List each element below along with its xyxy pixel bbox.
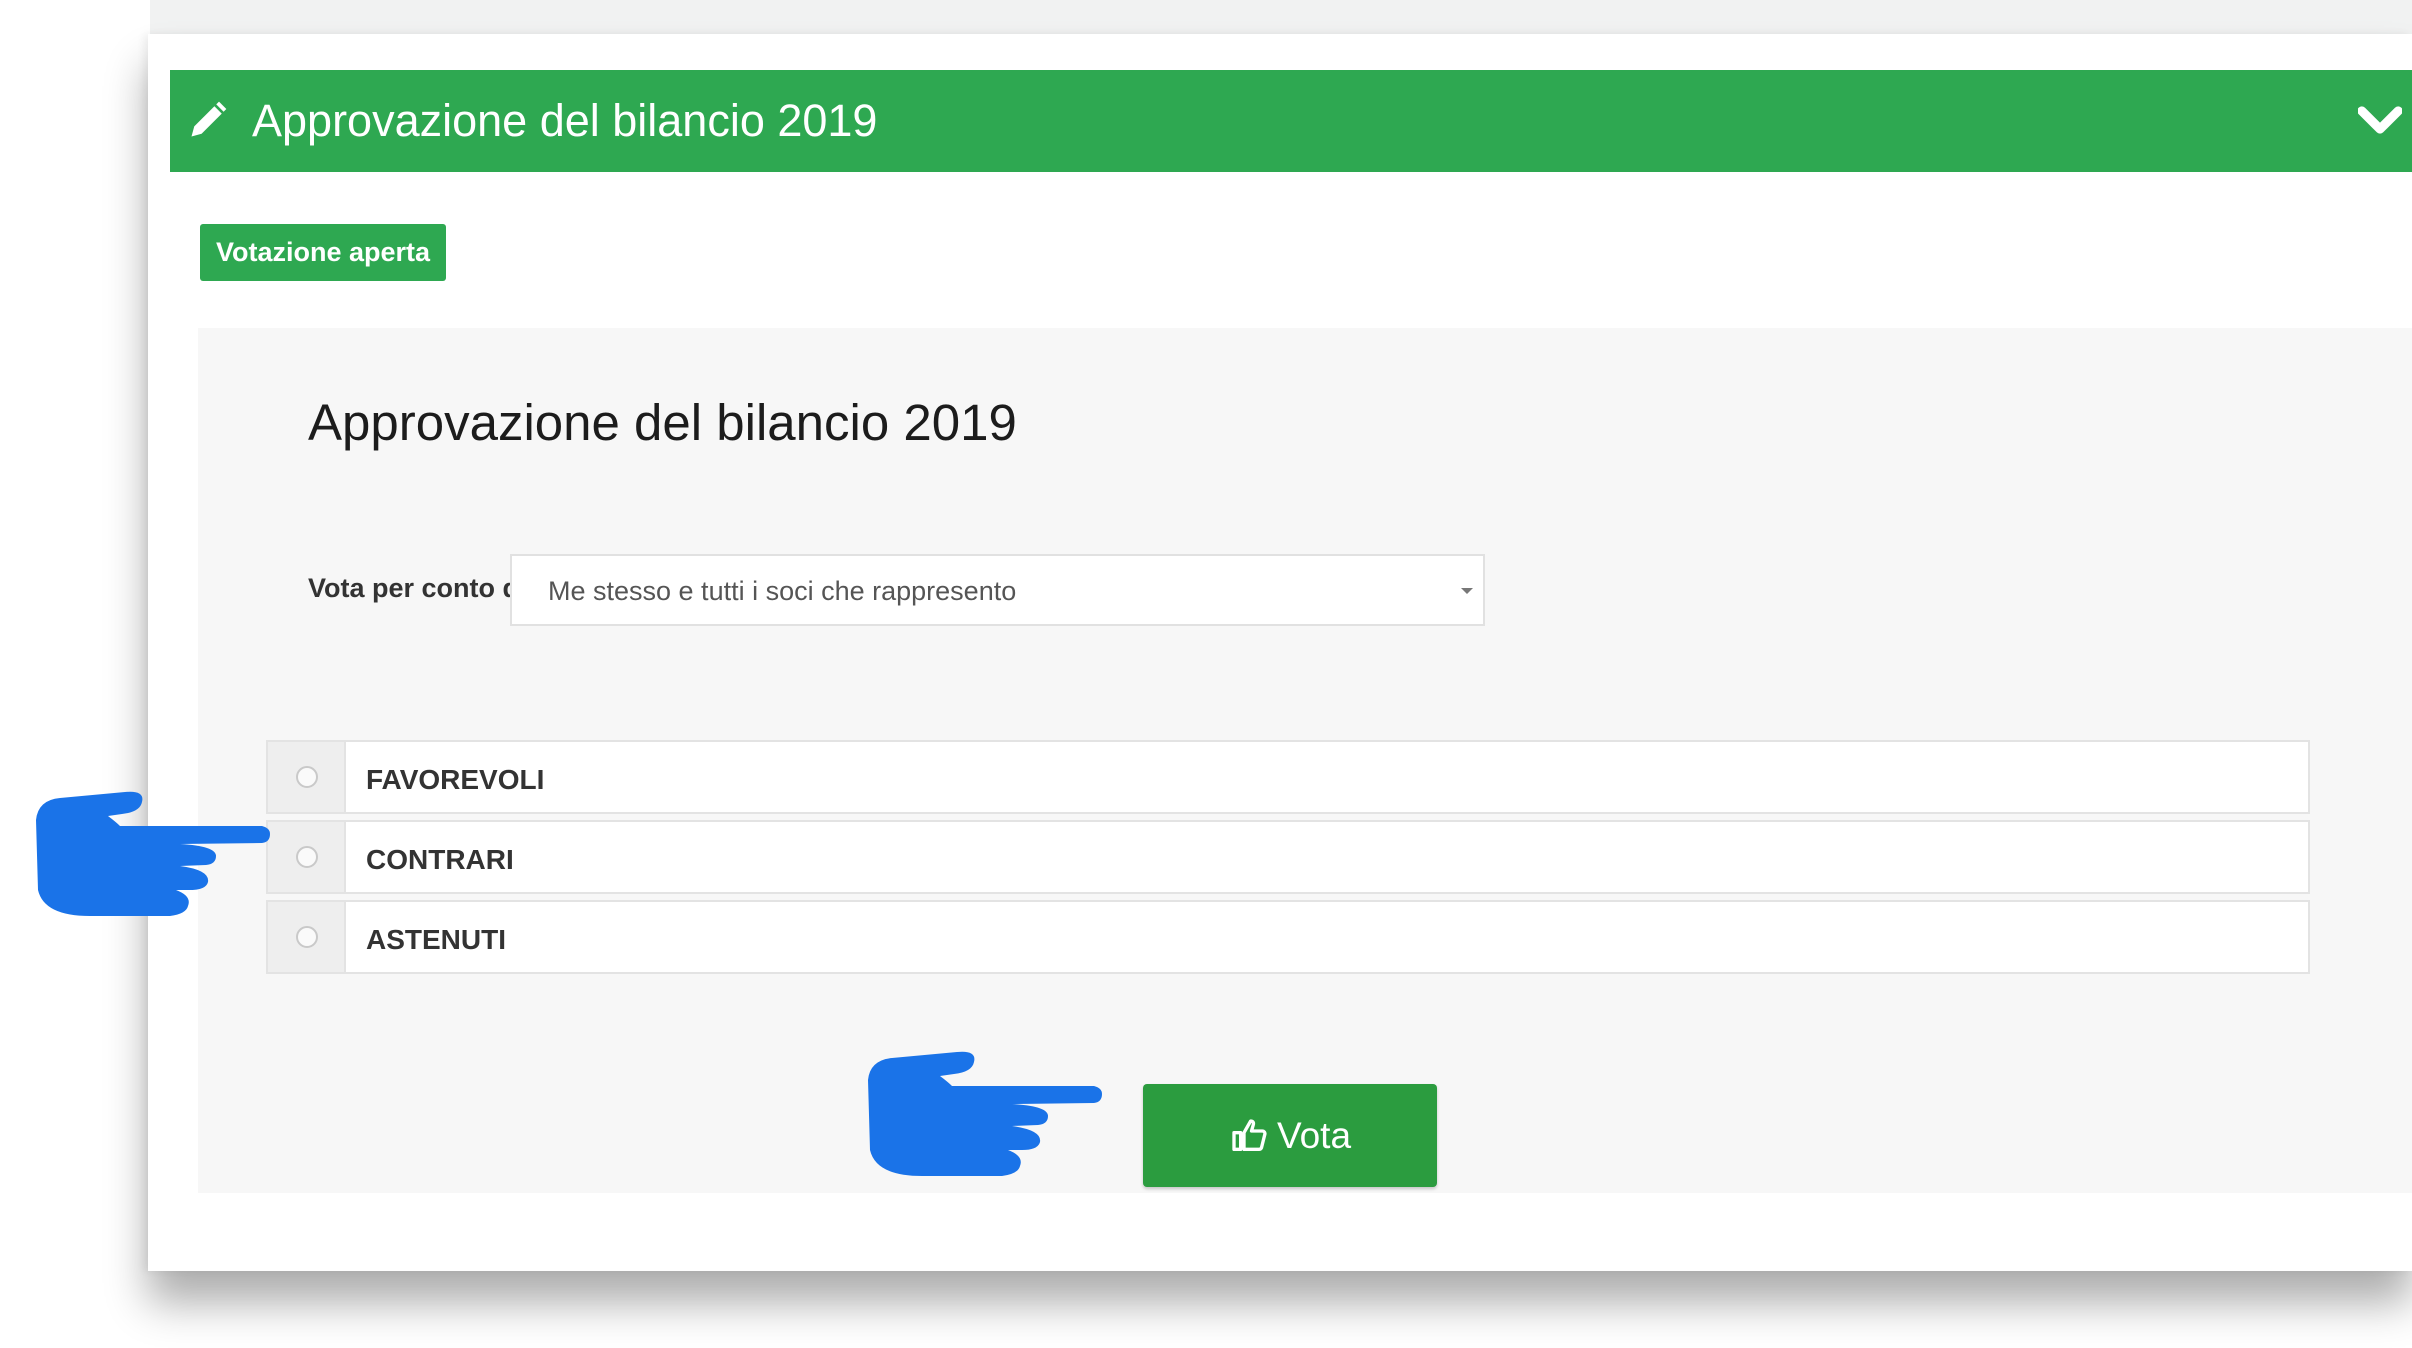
option-contrari[interactable]: CONTRARI: [266, 820, 2310, 894]
option-astenuti[interactable]: ASTENUTI: [266, 900, 2310, 974]
radio-icon[interactable]: [296, 926, 318, 948]
delegate-label: Vota per conto di:: [308, 573, 536, 603]
page-top-strip: [150, 0, 2412, 34]
question-title: Approvazione del bilancio 2019: [308, 394, 1017, 451]
card-title: Approvazione del bilancio 2019: [252, 95, 878, 146]
pencil-icon: [191, 101, 227, 137]
option-favorevoli[interactable]: FAVOREVOLI: [266, 740, 2310, 814]
vote-panel: Approvazione del bilancio 2019 Vota per …: [198, 328, 2412, 1193]
option-radio-cell: [268, 822, 346, 892]
vote-button-label: Vota: [1276, 1114, 1352, 1156]
vote-card: Approvazione del bilancio 2019 Votazione…: [148, 34, 2412, 1271]
option-radio-cell: [268, 742, 346, 812]
thumbs-up-icon: [1232, 1118, 1267, 1151]
option-label: FAVOREVOLI: [366, 764, 545, 795]
radio-icon[interactable]: [296, 766, 318, 788]
status-badge: Votazione aperta: [200, 224, 447, 281]
hand-pointer-icon: [868, 1051, 1102, 1176]
option-radio-cell: [268, 902, 346, 972]
caret-down-icon: [1461, 588, 1473, 594]
hand-pointer-icon: [36, 791, 270, 916]
delegate-select-value: Me stesso e tutti i soci che rappresento: [548, 576, 1017, 606]
option-label: CONTRARI: [366, 844, 514, 875]
vote-button[interactable]: Vota: [1143, 1084, 1437, 1187]
card-header[interactable]: Approvazione del bilancio 2019: [170, 70, 2412, 172]
delegate-select[interactable]: Me stesso e tutti i soci che rappresento: [510, 554, 1485, 626]
option-label: ASTENUTI: [366, 924, 506, 955]
radio-icon[interactable]: [296, 846, 318, 868]
vote-options: FAVOREVOLI CONTRARI ASTENUTI: [266, 740, 2310, 980]
chevron-down-icon[interactable]: [2358, 100, 2402, 140]
